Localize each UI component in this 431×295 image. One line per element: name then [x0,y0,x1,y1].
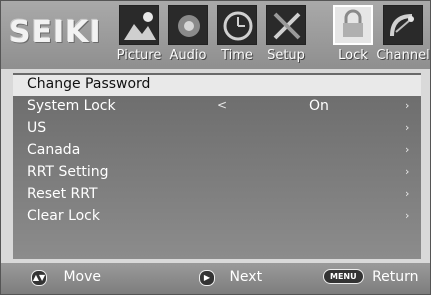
menu-item-label: Canada [27,142,81,158]
menu-item-system-lock[interactable]: System Lock < On › [13,97,421,118]
lock-icon [333,5,373,45]
menu-item-rrt-setting[interactable]: RRT Setting › [13,163,421,184]
chevron-right-icon: › [405,187,410,200]
menu-item-label: Clear Lock [27,208,100,224]
lock-menu: Change Password System Lock < On › US › … [13,73,421,259]
move-label: Move [63,269,101,285]
next-label: Next [229,269,263,285]
menu-item-canada[interactable]: Canada › [13,141,421,162]
tab-setup[interactable]: Setup [264,5,308,67]
chevron-right-icon: › [405,165,410,178]
right-arrow-icon: ▶ [199,270,215,286]
hint-move: ▲▼ Move [31,269,101,289]
tv-menu-screen: SEIKI Picture Audio Time Setup Lock Chan… [0,0,431,295]
bottom-help-bar: ▲▼ Move ▶ Next MENU Return [1,263,430,294]
tab-audio[interactable]: Audio [166,5,210,67]
tab-time[interactable]: Time [215,5,259,67]
return-label: Return [372,269,419,285]
audio-icon [168,5,208,45]
tab-lock[interactable]: Lock [331,5,375,67]
up-down-arrow-icon: ▲▼ [31,270,47,286]
brand-logo: SEIKI [9,15,102,50]
setup-icon [266,5,306,45]
hint-return: MENU Return [323,269,419,289]
clock-icon [217,5,257,45]
menu-key-icon: MENU [323,269,364,284]
menu-item-label: Change Password [27,76,151,92]
tab-picture[interactable]: Picture [117,5,161,67]
tab-label: Channel [376,48,430,63]
top-bar: SEIKI Picture Audio Time Setup Lock Chan… [1,1,430,69]
chevron-right-icon: › [405,209,410,222]
menu-item-clear-lock[interactable]: Clear Lock › [13,207,421,228]
menu-item-label: Reset RRT [27,186,98,202]
tab-label: Setup [267,48,305,63]
menu-item-reset-rrt[interactable]: Reset RRT › [13,185,421,206]
menu-item-label: System Lock [27,98,116,114]
satellite-dish-icon [383,5,423,45]
chevron-right-icon: › [405,143,410,156]
chevron-right-icon: › [405,121,410,134]
hint-next: ▶ Next [199,269,262,289]
chevron-right-icon[interactable]: › [405,99,409,112]
menu-item-label: US [27,120,47,136]
menu-item-change-password[interactable]: Change Password [13,75,421,96]
menu-item-us[interactable]: US › [13,119,421,140]
picture-icon [119,5,159,45]
menu-item-label: RRT Setting [27,164,109,180]
system-lock-value: On [309,98,329,114]
chevron-left-icon[interactable]: < [217,98,227,112]
tab-channel[interactable]: Channel [376,5,430,67]
